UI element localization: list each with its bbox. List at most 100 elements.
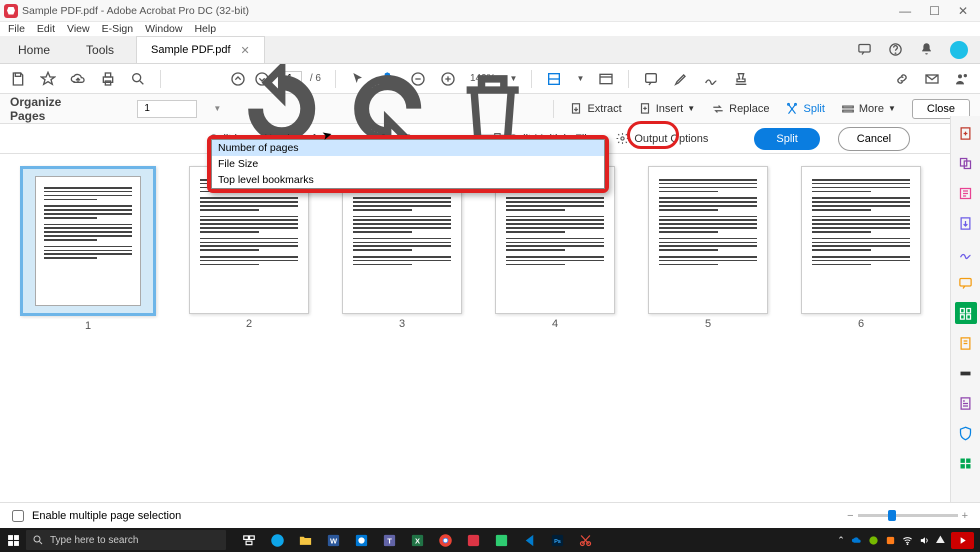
- user-avatar[interactable]: [950, 41, 968, 59]
- highlight-icon[interactable]: [673, 71, 689, 87]
- insert-button[interactable]: Insert ▼: [638, 102, 695, 116]
- more-button[interactable]: More ▼: [841, 102, 896, 116]
- menu-help[interactable]: Help: [194, 23, 216, 35]
- rail-compress-icon[interactable]: [955, 332, 977, 354]
- help-icon[interactable]: [888, 42, 903, 57]
- page-thumbnail-1[interactable]: [20, 166, 156, 316]
- page-thumbnail-6[interactable]: [801, 166, 921, 314]
- read-mode-icon[interactable]: [598, 71, 614, 87]
- page-thumbnail-5[interactable]: [648, 166, 768, 314]
- taskbar-adobe-icon[interactable]: [460, 529, 486, 551]
- bell-icon[interactable]: [919, 42, 934, 57]
- replace-button[interactable]: Replace: [711, 102, 769, 116]
- rail-comment-icon[interactable]: [955, 272, 977, 294]
- svg-text:X: X: [414, 536, 419, 545]
- print-icon[interactable]: [100, 71, 116, 87]
- organize-page-dropdown-icon[interactable]: ▼: [213, 104, 221, 113]
- mail-icon[interactable]: [924, 71, 940, 87]
- fit-dropdown-icon[interactable]: ▼: [576, 74, 584, 83]
- menu-window[interactable]: Window: [145, 23, 182, 35]
- tab-tools[interactable]: Tools: [68, 36, 132, 63]
- search-icon[interactable]: [130, 71, 146, 87]
- output-options-label: Output Options: [634, 133, 708, 145]
- thumb-label-1: 1: [85, 320, 91, 332]
- menu-view[interactable]: View: [67, 23, 90, 35]
- menu-edit[interactable]: Edit: [37, 23, 55, 35]
- menu-esign[interactable]: E-Sign: [102, 23, 134, 35]
- dropdown-option-top-bookmarks[interactable]: Top level bookmarks: [212, 172, 604, 188]
- tray-geforce-icon[interactable]: [868, 535, 879, 546]
- svg-text:Ps: Ps: [554, 539, 561, 545]
- close-tab-icon[interactable]: ✕: [241, 44, 250, 57]
- rail-create-pdf-icon[interactable]: [955, 122, 977, 144]
- share-people-icon[interactable]: [954, 71, 970, 87]
- tray-wifi-icon[interactable]: [902, 535, 913, 546]
- maximize-button[interactable]: ☐: [929, 4, 940, 18]
- taskbar-chrome-icon[interactable]: [432, 529, 458, 551]
- youtube-subscribe-badge[interactable]: [951, 532, 974, 549]
- window-title-bar: Sample PDF.pdf - Adobe Acrobat Pro DC (3…: [0, 0, 980, 22]
- tray-volume-icon[interactable]: [919, 535, 930, 546]
- search-icon: [32, 534, 44, 546]
- menu-file[interactable]: File: [8, 23, 25, 35]
- taskbar-task-view-icon[interactable]: [236, 529, 262, 551]
- split-confirm-button[interactable]: Split: [754, 128, 819, 150]
- taskbar-edge-icon[interactable]: [264, 529, 290, 551]
- comment-bubble-icon[interactable]: [857, 42, 872, 57]
- rail-edit-pdf-icon[interactable]: [955, 182, 977, 204]
- taskbar-search[interactable]: Type here to search: [26, 530, 226, 550]
- taskbar-word-icon[interactable]: W: [320, 529, 346, 551]
- link-icon[interactable]: [894, 71, 910, 87]
- stamp-icon[interactable]: [733, 71, 749, 87]
- rail-combine-icon[interactable]: [955, 152, 977, 174]
- rail-sign-icon[interactable]: [955, 242, 977, 264]
- organize-page-input[interactable]: [137, 100, 197, 118]
- rail-redact-icon[interactable]: [955, 362, 977, 384]
- note-icon[interactable]: [643, 71, 659, 87]
- cloud-upload-icon[interactable]: [70, 71, 86, 87]
- start-button[interactable]: [0, 528, 26, 552]
- split-cancel-button[interactable]: Cancel: [838, 127, 910, 151]
- tab-document[interactable]: Sample PDF.pdf ✕: [136, 36, 265, 63]
- enable-multi-select-label: Enable multiple page selection: [32, 510, 181, 522]
- extract-button[interactable]: Extract: [569, 102, 621, 116]
- tab-home[interactable]: Home: [0, 36, 68, 63]
- thumbnail-zoom-slider[interactable]: − +: [847, 510, 968, 522]
- taskbar-explorer-icon[interactable]: [292, 529, 318, 551]
- taskbar-snip-icon[interactable]: [572, 529, 598, 551]
- split-tool-button[interactable]: Split: [785, 102, 824, 116]
- more-label: More: [859, 103, 884, 115]
- enable-multi-select-checkbox[interactable]: [12, 510, 24, 522]
- tray-chevron-icon[interactable]: ⌃: [837, 535, 845, 546]
- thumb-label-5: 5: [705, 318, 711, 330]
- menu-bar: File Edit View E-Sign Window Help: [0, 22, 980, 36]
- page-thumbnails-area: 1 2 3: [0, 156, 950, 502]
- thumb-label-4: 4: [552, 318, 558, 330]
- taskbar-excel-icon[interactable]: X: [404, 529, 430, 551]
- taskbar-photoshop-icon[interactable]: Ps: [544, 529, 570, 551]
- fit-width-icon[interactable]: [546, 71, 562, 87]
- star-icon[interactable]: [40, 71, 56, 87]
- minimize-button[interactable]: —: [899, 4, 911, 18]
- taskbar-scan-icon[interactable]: [488, 529, 514, 551]
- tray-mountains-icon[interactable]: ⛰: [936, 534, 945, 547]
- tray-onedrive-icon[interactable]: [851, 535, 862, 546]
- tray-camtasia-icon[interactable]: [885, 535, 896, 546]
- taskbar-outlook-icon[interactable]: [348, 529, 374, 551]
- dropdown-option-file-size[interactable]: File Size: [212, 156, 604, 172]
- close-window-button[interactable]: ✕: [958, 4, 968, 18]
- rail-export-icon[interactable]: [955, 212, 977, 234]
- rail-more-tools-icon[interactable]: [955, 452, 977, 474]
- dropdown-option-number-of-pages[interactable]: Number of pages: [212, 140, 604, 156]
- replace-label: Replace: [729, 103, 769, 115]
- sign-icon[interactable]: [703, 71, 719, 87]
- system-tray[interactable]: ⌃ ⛰: [837, 532, 980, 549]
- output-options-button[interactable]: Output Options: [616, 132, 708, 145]
- rail-form-icon[interactable]: [955, 392, 977, 414]
- rail-organize-icon[interactable]: [955, 302, 977, 324]
- svg-text:W: W: [329, 536, 337, 545]
- rail-protect-icon[interactable]: [955, 422, 977, 444]
- taskbar-vscode-icon[interactable]: [516, 529, 542, 551]
- save-icon[interactable]: [10, 71, 26, 87]
- taskbar-teams-icon[interactable]: T: [376, 529, 402, 551]
